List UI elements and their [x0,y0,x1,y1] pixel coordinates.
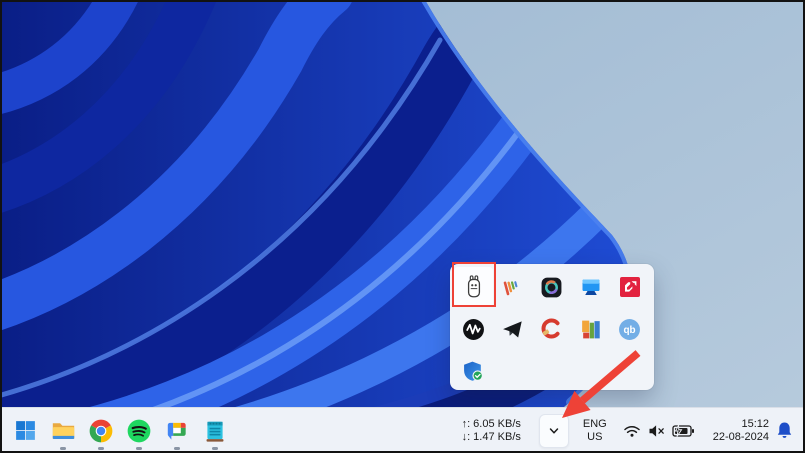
spotify-icon [127,419,151,442]
telegram-icon [503,320,522,337]
tray-overflow-flyout: qb [450,264,654,390]
chevron-down-icon [549,427,559,434]
running-indicator [60,446,66,450]
net-speed-down: ↓: 1.47 KB/s [461,430,521,443]
file-explorer-icon [52,423,74,439]
tray-icon-ccleaner[interactable] [532,309,571,349]
tray-icon-amd-radeon[interactable] [610,267,649,307]
language-switcher[interactable]: ENG US [579,416,611,446]
desktop-wallpaper [0,0,805,453]
notification-bell-button[interactable] [774,421,805,440]
qbittorrent-icon: qb [619,318,640,340]
net-speed-up: ↑: 6.05 KB/s [461,417,521,430]
tray-icon-ollama[interactable] [454,267,493,307]
taskbar-app-chrome[interactable] [82,411,120,451]
tray-icon-dark-ring-app[interactable] [532,267,571,307]
running-indicator [98,446,104,450]
running-indicator [136,446,142,450]
tray-icon-qbittorrent[interactable]: qb [610,309,649,349]
ollama-icon [467,275,480,298]
windows-security-icon [464,361,483,381]
taskbar-app-google-chat[interactable] [158,411,196,451]
clock-date: 22-08-2024 [712,430,769,443]
language-code: ENG [582,417,607,430]
notepad-icon [206,421,224,442]
qbittorrent-label: qb [623,325,635,336]
tuneup-blocks-icon [582,320,600,338]
tray-icon-stripes-app[interactable] [493,267,532,307]
tray-overflow-grid: qb [450,264,654,394]
language-region: US [587,430,603,443]
google-chat-icon [167,422,186,440]
notification-bell-icon [777,422,792,438]
taskbar-app-spotify[interactable] [120,411,158,451]
taskbar-tray-area: ↑: 6.05 KB/s ↓: 1.47 KB/s ENG US 15:12 2… [462,408,805,453]
chrome-icon [89,419,113,442]
audio-waveform-icon [463,318,484,340]
amd-radeon-icon [619,277,640,297]
taskbar-app-notepad[interactable] [196,411,234,451]
clock[interactable]: 15:12 22-08-2024 [713,416,769,446]
wifi-icon [623,426,640,437]
start-button[interactable] [6,411,44,451]
battery-charging-icon [672,424,694,437]
taskbar-app-file-explorer[interactable] [44,411,82,451]
tray-icon-windows-security[interactable] [454,351,493,391]
taskbar: ↑: 6.05 KB/s ↓: 1.47 KB/s ENG US 15:12 2… [0,407,805,453]
display-app-icon [582,279,599,295]
tray-icon-tuneup-blocks[interactable] [571,309,610,349]
clock-time: 15:12 [741,417,769,430]
volume-muted-icon [649,424,664,437]
net-speed-indicator[interactable]: ↑: 6.05 KB/s ↓: 1.47 KB/s [462,418,521,444]
tray-icon-telegram[interactable] [493,309,532,349]
tray-chevron-button[interactable] [538,413,569,448]
dark-ring-app-icon [541,277,562,297]
windows-start-icon [15,421,35,440]
taskbar-pinned-area [6,408,234,453]
tray-icon-audio-waveform[interactable] [454,309,493,349]
stripes-app-icon [503,280,518,295]
ccleaner-icon [541,318,559,339]
tray-icon-display-app[interactable] [571,267,610,307]
running-indicator [212,446,218,450]
system-status-button[interactable] [621,421,697,440]
running-indicator [174,446,180,450]
